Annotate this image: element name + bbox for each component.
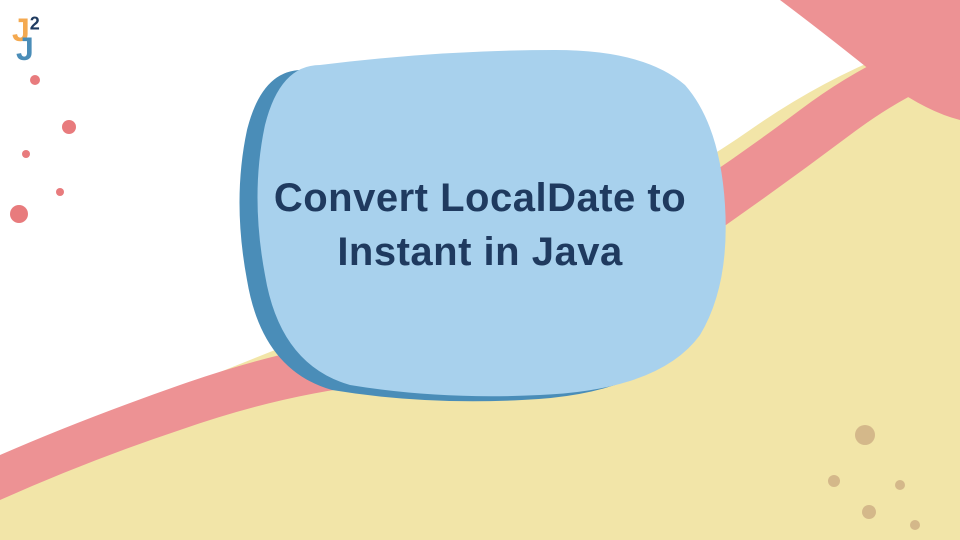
page-title: Convert LocalDate to Instant in Java xyxy=(255,171,705,279)
dot xyxy=(22,150,30,158)
dot xyxy=(828,475,840,487)
dot xyxy=(30,75,40,85)
logo-letter-2: J xyxy=(16,31,40,68)
dot xyxy=(10,205,28,223)
title-line-1: Convert LocalDate to xyxy=(255,171,705,225)
title-blob: Convert LocalDate to Instant in Java xyxy=(230,40,730,410)
logo: J2 J xyxy=(12,12,40,68)
dot xyxy=(910,520,920,530)
title-line-2: Instant in Java xyxy=(255,225,705,279)
dot xyxy=(862,505,876,519)
dot xyxy=(855,425,875,445)
dot xyxy=(62,120,76,134)
dot xyxy=(895,480,905,490)
dot xyxy=(56,188,64,196)
